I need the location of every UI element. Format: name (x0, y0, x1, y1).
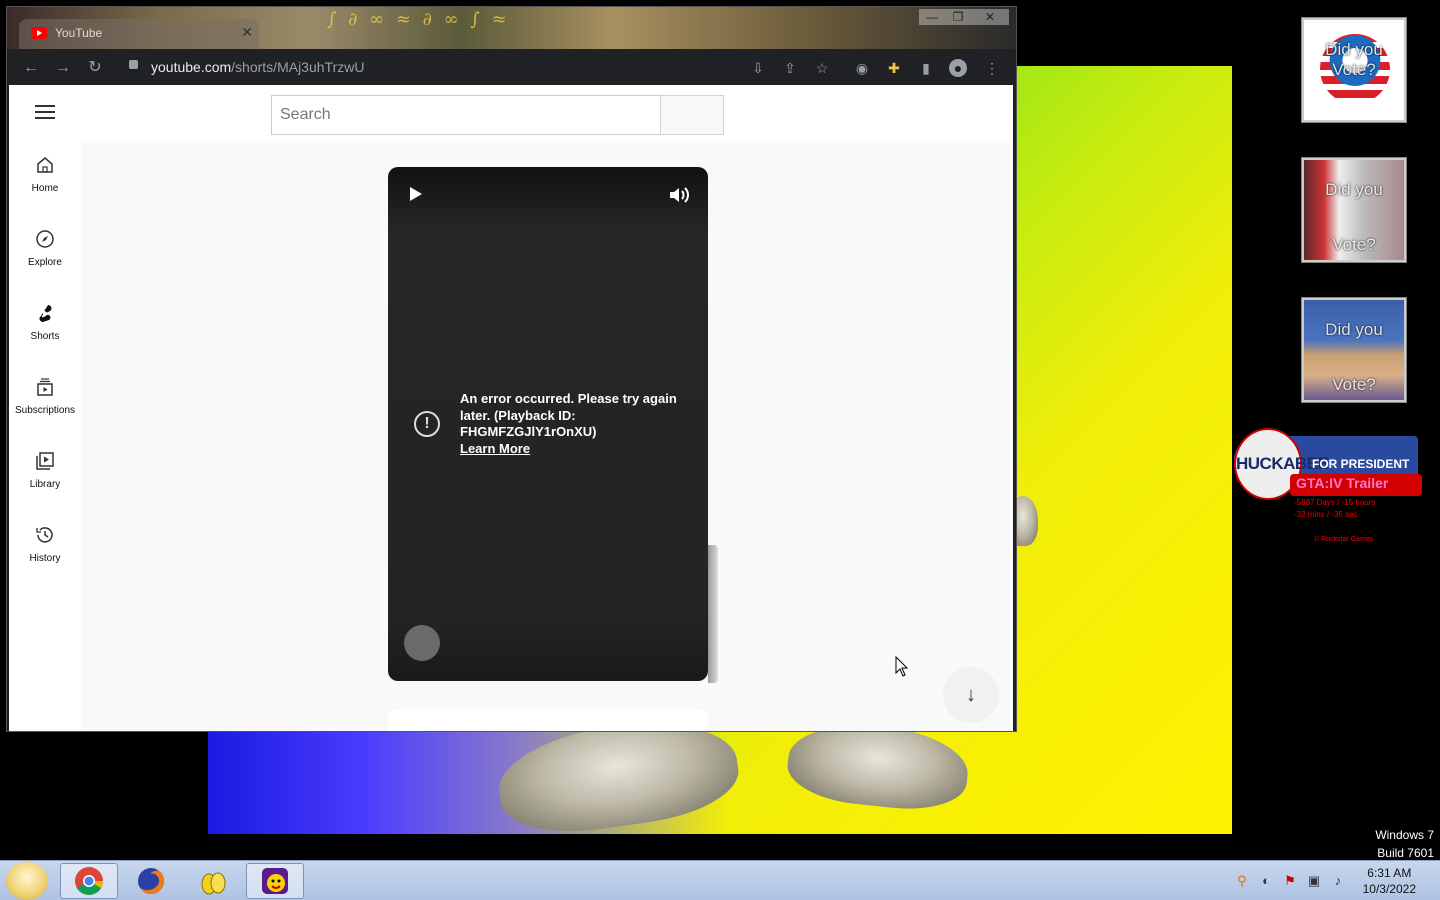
next-short-card[interactable] (388, 709, 708, 731)
install-icon[interactable]: ⇩ (749, 59, 767, 77)
taskbar-clock[interactable]: 6:31 AM 10/3/2022 (1363, 865, 1416, 897)
guide-label: Shorts (30, 331, 60, 342)
gadget-mccain[interactable]: Did you Vote? (1302, 158, 1406, 262)
guide-sidebar: Home Explore Shorts Subscriptions Librar… (9, 143, 81, 731)
guide-label: Explore (28, 257, 62, 268)
gadget-obama-label: Did you Vote? (1325, 40, 1383, 79)
url-host: youtube.com (151, 59, 232, 75)
guide-item-explore[interactable]: Explore (9, 217, 81, 291)
guide-item-home[interactable]: Home (9, 143, 81, 217)
clock-time: 6:31 AM (1367, 866, 1412, 880)
chrome-toolbar: ← → ↻ youtube.com/shorts/MAj3uhTrzwU ⇩ ⇪… (7, 49, 1016, 85)
guide-item-shorts[interactable]: Shorts (9, 291, 81, 365)
history-icon (36, 527, 53, 543)
profile-avatar-icon[interactable]: ● (949, 59, 967, 77)
taskbar-messenger[interactable] (184, 863, 242, 899)
huckabee-tagline: FOR PRESIDENT (1312, 457, 1410, 471)
search-box[interactable] (271, 95, 661, 135)
chrome-icon (75, 867, 103, 895)
os-name: Windows 7 (1375, 828, 1434, 842)
gadget-clinton-top: Did you (1325, 320, 1383, 339)
speaker-icon[interactable]: ♪ (1330, 873, 1346, 889)
maximize-button[interactable]: ❐ (945, 9, 971, 25)
tab-youtube[interactable]: YouTube ✕ (19, 19, 259, 49)
hamburger-menu-icon[interactable] (35, 105, 55, 121)
youtube-masthead (9, 85, 1013, 143)
play-icon[interactable] (410, 187, 422, 201)
extension-flag-icon[interactable]: ◉ (853, 59, 871, 77)
start-button-icon[interactable] (6, 862, 48, 900)
gadget-mccain-top: Did you (1325, 180, 1383, 199)
chrome-window: ∫ ∂ ∞ ≈ ∂ ∞ ∫ ≈ YouTube ✕ — ❐ ✕ ← → ↻ yo… (6, 6, 1017, 732)
close-button[interactable]: ✕ (971, 9, 1009, 25)
taskbar-yahoo-messenger[interactable] (246, 863, 304, 899)
compass-icon (36, 230, 54, 248)
theme-scribble: ∫ ∂ ∞ ≈ ∂ ∞ ∫ ≈ (327, 9, 510, 30)
shorts-icon (39, 305, 52, 322)
player-shadow (708, 545, 718, 683)
taskbar: ⚲ ◐ ⚑ ▣ ♪ 6:31 AM 10/3/2022 (0, 860, 1440, 900)
windows-version-watermark: Windows 7 Build 7601 (1375, 826, 1434, 862)
search-tray-icon[interactable]: ⚲ (1234, 873, 1250, 889)
mouse-cursor-icon (895, 656, 909, 677)
gadget-clinton-bottom: Vote? (1332, 375, 1376, 394)
guide-label: History (29, 553, 61, 564)
guide-label: Home (31, 183, 59, 194)
search-input[interactable] (272, 96, 660, 134)
bookmark-star-icon[interactable]: ☆ (813, 59, 831, 77)
gta-countdown-1: -5887 Days / -15 hours (1294, 498, 1376, 507)
gadget-obama[interactable]: Did you Vote? (1302, 18, 1406, 122)
youtube-favicon-icon (31, 27, 47, 39)
home-icon (37, 157, 53, 173)
guide-label: Subscriptions (14, 405, 76, 416)
action-center-flag-icon[interactable]: ⚑ (1282, 873, 1298, 889)
search-button[interactable] (660, 95, 724, 135)
volume-icon[interactable] (668, 185, 692, 205)
guide-item-subscriptions[interactable]: Subscriptions (9, 365, 81, 439)
forward-icon[interactable]: → (53, 58, 73, 78)
menu-kebab-icon[interactable]: ⋮ (983, 59, 1001, 77)
taskbar-firefox[interactable] (122, 863, 180, 899)
gadget-huckabee-gta[interactable]: HUCKABEE FOR PRESIDENT GTA:IV Trailer -5… (1234, 428, 1422, 548)
firefox-icon (138, 868, 164, 894)
guide-item-history[interactable]: History (9, 513, 81, 587)
extensions-puzzle-icon[interactable]: ✚ (885, 59, 903, 77)
guide-label: Library (29, 479, 61, 490)
messenger-tray-icon[interactable]: ◐ (1258, 873, 1274, 889)
clock-date: 10/3/2022 (1362, 882, 1416, 896)
messenger-buddies-icon (201, 872, 226, 895)
subscriptions-icon (37, 378, 53, 396)
channel-avatar[interactable] (404, 625, 440, 661)
lock-icon (129, 60, 138, 69)
gta-countdown-2: -32 mins / -35 sec (1294, 510, 1358, 519)
yahoo-messenger-icon (262, 868, 288, 894)
tab-close-icon[interactable]: ✕ (241, 24, 253, 41)
gta-title: GTA:IV Trailer (1296, 475, 1389, 491)
gadget-clinton[interactable]: Did you Vote? (1302, 298, 1406, 402)
url-text: youtube.com/shorts/MAj3uhTrzwU (151, 59, 364, 75)
guide-item-library[interactable]: Library (9, 439, 81, 513)
library-icon (36, 452, 54, 470)
side-panel-icon[interactable]: ▮ (917, 59, 935, 77)
chrome-titlebar[interactable]: ∫ ∂ ∞ ≈ ∂ ∞ ∫ ≈ YouTube ✕ — ❐ ✕ (7, 7, 1016, 49)
desktop: Did you Vote? Did you Vote? Did you Vote… (0, 0, 1440, 900)
error-message: An error occurred. Please try again late… (460, 391, 677, 439)
error-alert-icon: ! (414, 411, 440, 437)
address-bar[interactable]: youtube.com/shorts/MAj3uhTrzwU (119, 54, 855, 80)
next-short-down-arrow-icon[interactable]: ↓ (943, 667, 999, 723)
share-icon[interactable]: ⇪ (781, 59, 799, 77)
reload-icon[interactable]: ↻ (85, 58, 105, 78)
shorts-player[interactable]: ! An error occurred. Please try again la… (388, 167, 708, 681)
back-icon[interactable]: ← (21, 58, 41, 78)
tab-title: YouTube (55, 26, 103, 40)
gadget-mccain-bottom: Vote? (1332, 235, 1376, 254)
learn-more-link[interactable]: Learn More (460, 441, 530, 456)
gta-credit: © Rockstar Games (1314, 536, 1374, 543)
url-path: /shorts/MAj3uhTrzwU (231, 59, 365, 75)
youtube-page: Home Explore Shorts Subscriptions Librar… (9, 85, 1013, 731)
minimize-button[interactable]: — (919, 9, 945, 25)
network-icon[interactable]: ▣ (1306, 873, 1322, 889)
taskbar-chrome[interactable] (60, 863, 118, 899)
